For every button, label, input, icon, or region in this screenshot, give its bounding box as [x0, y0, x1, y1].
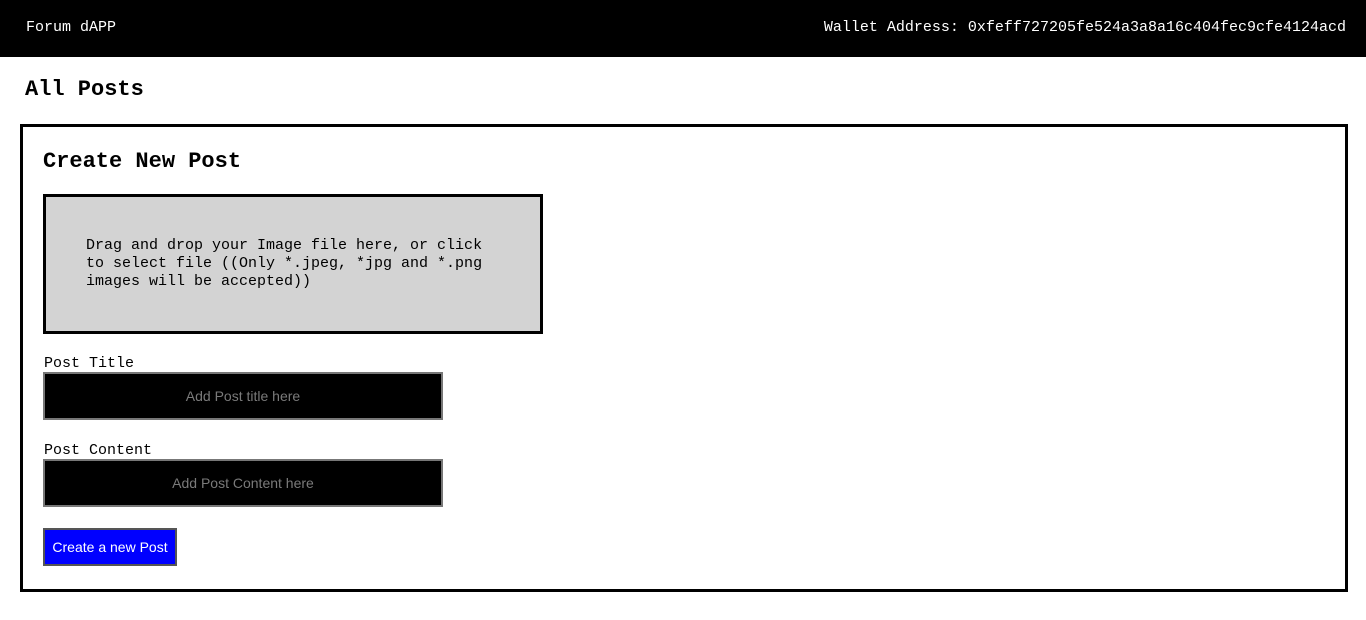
app-brand[interactable]: Forum dAPP: [26, 19, 116, 36]
create-post-button[interactable]: Create a new Post: [43, 528, 177, 566]
post-content-label: Post Content: [44, 442, 153, 459]
create-post-card: Create New Post Drag and drop your Image…: [20, 124, 1348, 592]
image-dropzone[interactable]: Drag and drop your Image file here, or c…: [43, 194, 543, 334]
wallet-address: Wallet Address: 0xfeff727205fe524a3a8a16…: [823, 19, 1346, 36]
post-content-input[interactable]: [43, 459, 443, 507]
dropzone-instructions: Drag and drop your Image file here, or c…: [86, 237, 483, 290]
post-title-input[interactable]: [43, 372, 443, 420]
page-title: All Posts: [25, 77, 144, 102]
post-title-label: Post Title: [44, 355, 135, 372]
top-nav-bar: Forum dAPP Wallet Address: 0xfeff727205f…: [0, 0, 1366, 57]
create-post-title: Create New Post: [43, 149, 242, 174]
